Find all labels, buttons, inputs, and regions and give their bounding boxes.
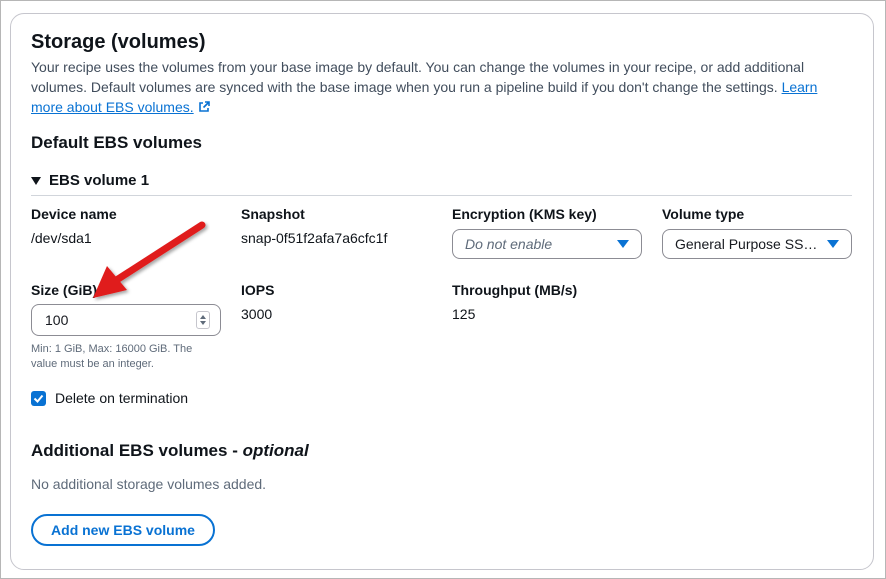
encryption-label: Encryption (KMS key) bbox=[452, 206, 597, 222]
ebs-volume-1-expander[interactable]: EBS volume 1 bbox=[31, 172, 149, 189]
external-link-icon bbox=[198, 101, 210, 112]
size-input[interactable]: 100 bbox=[31, 304, 221, 336]
dropdown-arrow-icon bbox=[617, 240, 629, 248]
size-value: 100 bbox=[45, 312, 69, 328]
annotation-arrow-icon bbox=[93, 221, 206, 298]
ebs-volume-1-label: EBS volume 1 bbox=[49, 172, 150, 189]
spinner-icon[interactable] bbox=[196, 311, 210, 329]
encryption-placeholder: Do not enable bbox=[465, 236, 553, 252]
throughput-label: Throughput (MB/s) bbox=[452, 282, 578, 298]
no-additional-volumes-text: No additional storage volumes added. bbox=[31, 476, 267, 492]
delete-on-termination-checkbox[interactable]: Delete on termination bbox=[31, 390, 188, 406]
divider bbox=[31, 195, 852, 196]
delete-on-termination-label: Delete on termination bbox=[55, 390, 189, 406]
storage-description: Your recipe uses the volumes from your b… bbox=[31, 57, 851, 117]
snapshot-label: Snapshot bbox=[241, 206, 305, 222]
additional-ebs-title: Additional EBS volumes - optional bbox=[31, 441, 309, 460]
volume-type-value: General Purpose SS… bbox=[675, 236, 818, 252]
storage-title: Storage (volumes) bbox=[31, 31, 206, 53]
snapshot-value: snap-0f51f2afa7a6cfc1f bbox=[241, 230, 388, 246]
iops-value: 3000 bbox=[241, 306, 273, 322]
dropdown-arrow-icon bbox=[827, 240, 839, 248]
volume-type-select[interactable]: General Purpose SS… bbox=[662, 229, 852, 259]
add-new-ebs-volume-button[interactable]: Add new EBS volume bbox=[31, 514, 215, 546]
volume-type-label: Volume type bbox=[662, 206, 745, 222]
default-ebs-title: Default EBS volumes bbox=[31, 133, 202, 152]
description-text: Your recipe uses the volumes from your b… bbox=[31, 59, 805, 95]
throughput-value: 125 bbox=[452, 306, 476, 322]
size-hint: Min: 1 GiB, Max: 16000 GiB. The value mu… bbox=[31, 343, 193, 370]
iops-label: IOPS bbox=[241, 282, 275, 298]
caret-down-icon bbox=[31, 176, 41, 185]
optional-label: optional bbox=[242, 441, 309, 460]
checkbox-check-icon bbox=[31, 390, 46, 406]
device-name-value: /dev/sda1 bbox=[31, 230, 92, 246]
encryption-select[interactable]: Do not enable bbox=[452, 229, 642, 259]
